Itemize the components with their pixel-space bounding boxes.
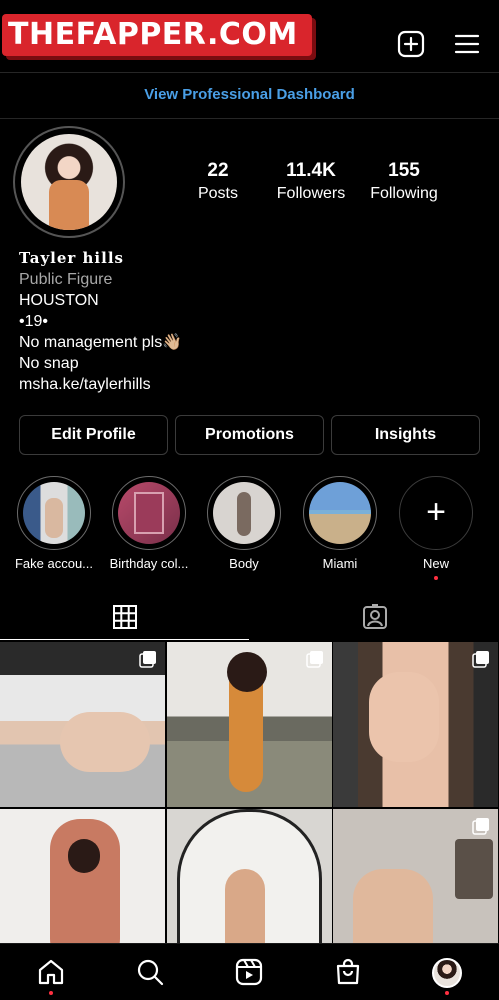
posts-label: Posts <box>197 185 238 202</box>
profile-name: Tayler hills <box>19 249 124 267</box>
bio-line: No management pls👋🏼 <box>19 334 183 351</box>
followers-count: 11.4K <box>286 160 336 181</box>
notification-dot <box>434 576 438 580</box>
watermark: THEFAPPER.COM <box>2 14 312 56</box>
highlight-item[interactable]: Miami <box>296 476 384 571</box>
following-stat[interactable]: 155 Following <box>364 160 444 203</box>
notification-dot <box>445 991 449 995</box>
bottom-nav <box>0 943 499 1000</box>
plus-icon: + <box>426 493 446 531</box>
avatar[interactable] <box>432 958 462 988</box>
highlight-label: Birthday col... <box>109 556 189 571</box>
divider <box>0 118 499 119</box>
divider <box>0 72 499 73</box>
tagged-person-icon <box>363 604 387 629</box>
plus-square-icon[interactable] <box>397 30 425 58</box>
bio-line: No snap <box>19 355 79 372</box>
hamburger-menu-icon[interactable] <box>453 30 481 58</box>
highlight-cover <box>309 482 371 544</box>
promotions-button[interactable]: Promotions <box>175 415 324 455</box>
profile-category: Public Figure <box>19 271 113 288</box>
highlight-item[interactable]: Birthday col... <box>105 476 193 571</box>
carousel-icon <box>139 651 156 668</box>
post-thumbnail[interactable] <box>333 642 498 807</box>
tab-tagged[interactable] <box>250 598 499 640</box>
reels-icon[interactable] <box>235 958 263 986</box>
new-highlight-button[interactable]: + New <box>392 476 480 580</box>
carousel-icon <box>472 818 489 835</box>
post-thumbnail[interactable] <box>167 642 332 807</box>
bio-line: •19• <box>19 313 48 330</box>
carousel-icon <box>306 651 323 668</box>
followers-stat[interactable]: 11.4K Followers <box>268 160 354 203</box>
highlight-label: Fake accou... <box>14 556 94 571</box>
highlight-item[interactable]: Fake accou... <box>10 476 98 571</box>
highlight-label: New <box>422 556 449 571</box>
search-icon[interactable] <box>136 958 164 986</box>
insights-button[interactable]: Insights <box>331 415 480 455</box>
tab-grid[interactable] <box>0 598 249 640</box>
posts-count: 22 <box>207 160 229 181</box>
highlight-cover <box>118 482 180 544</box>
edit-profile-button[interactable]: Edit Profile <box>19 415 168 455</box>
grid-icon <box>113 605 137 629</box>
bio-line: HOUSTON <box>19 292 99 309</box>
profile-bio: Tayler hills Public Figure HOUSTON •19• … <box>19 248 182 395</box>
notification-dot <box>49 991 53 995</box>
highlight-cover <box>23 482 85 544</box>
highlight-cover <box>213 482 275 544</box>
highlight-label: Body <box>229 556 259 571</box>
avatar <box>21 134 117 230</box>
profile-avatar[interactable] <box>13 126 125 238</box>
following-count: 155 <box>388 160 420 181</box>
following-label: Following <box>370 185 438 202</box>
bio-link[interactable]: msha.ke/taylerhills <box>19 374 182 395</box>
top-bar: THEFAPPER.COM <box>0 0 499 72</box>
followers-label: Followers <box>276 185 346 202</box>
home-icon[interactable] <box>37 958 65 986</box>
post-thumbnail[interactable] <box>0 642 165 807</box>
carousel-icon <box>472 651 489 668</box>
highlight-label: Miami <box>322 556 358 571</box>
shop-bag-icon[interactable] <box>334 958 362 986</box>
highlight-item[interactable]: Body <box>200 476 288 571</box>
professional-dashboard-link[interactable]: View Professional Dashboard <box>0 86 499 103</box>
posts-stat[interactable]: 22 Posts <box>188 160 248 203</box>
